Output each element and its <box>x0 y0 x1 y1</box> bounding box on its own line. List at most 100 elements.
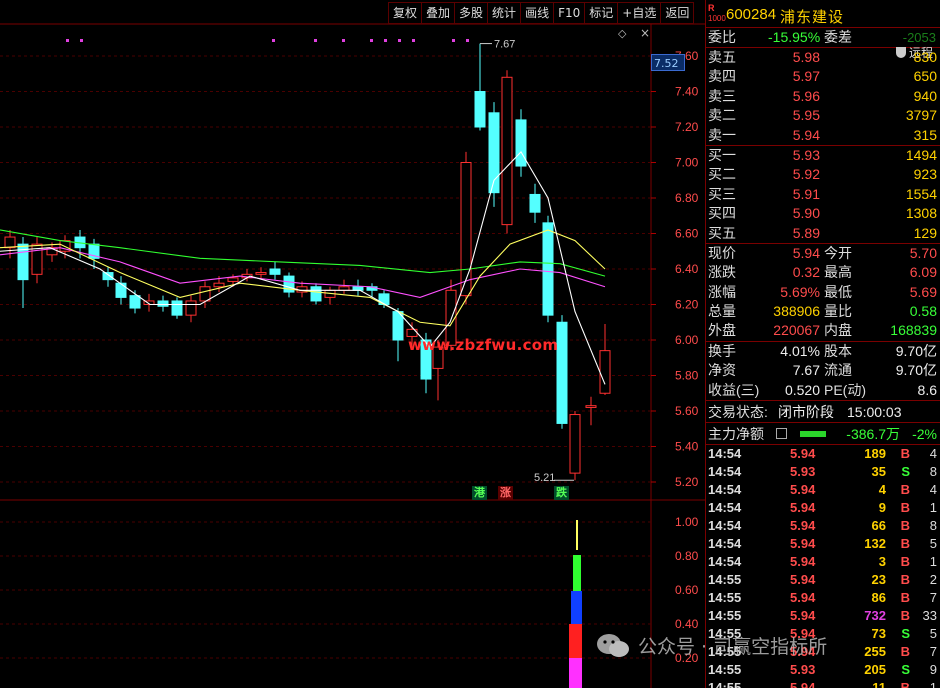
candle-down <box>171 300 183 316</box>
candle-up <box>199 286 211 302</box>
tick-volume: 3 <box>878 554 886 570</box>
bid-row[interactable]: 买三 5.91 1554 <box>706 185 940 204</box>
tick-row[interactable]: 14:54 5.94 132 B 5 <box>706 535 940 553</box>
tick-row[interactable]: 14:54 5.94 66 B 8 <box>706 517 940 535</box>
candle-down <box>129 295 141 309</box>
toolbar-button-3[interactable]: 统计 <box>487 2 521 24</box>
diamond-icon[interactable]: ◇ <box>618 27 626 40</box>
tick-time: 14:54 <box>708 518 742 534</box>
candle-down <box>310 286 322 302</box>
stat-value: 5.94 <box>792 244 820 261</box>
stock-name[interactable]: 浦东建设 <box>780 6 844 27</box>
stat-label: 外盘 <box>708 322 736 339</box>
bid-row[interactable]: 买一 5.93 1494 <box>706 146 940 165</box>
toolbar-button-2[interactable]: 多股 <box>454 2 488 24</box>
bid-row[interactable]: 买四 5.90 1308 <box>706 204 940 223</box>
kline-chart-area[interactable]: 7.60 7.40 7.20 7.00 6.80 6.60 6.40 6.20 6.00 5.80… <box>0 0 705 688</box>
list-icon[interactable] <box>776 428 787 440</box>
tick-row[interactable]: 14:55 5.94 23 B 2 <box>706 571 940 589</box>
y-axis-label: 5.40 <box>675 440 699 454</box>
candle-down <box>529 193 541 213</box>
candle-up <box>4 236 16 249</box>
candle-down <box>515 119 527 167</box>
tick-volume: 23 <box>871 572 886 588</box>
indicator-segment-red <box>569 624 582 658</box>
tick-row[interactable]: 14:55 5.93 205 S 9 <box>706 661 940 679</box>
toolbar-button-4[interactable]: 画线 <box>520 2 554 24</box>
fundamental-label: 换手 <box>708 342 736 359</box>
tick-direction: B <box>900 572 910 588</box>
tick-price: 5.94 <box>790 500 816 516</box>
bid-price: 5.93 <box>792 146 820 163</box>
stat-row: 现价 5.94 今开 5.70 <box>706 244 940 263</box>
main-force-row: 主力净额 -386.7万 -2% <box>706 423 940 446</box>
tick-count: 5 <box>929 626 937 642</box>
sub-y-axis-label: 0.40 <box>675 617 699 631</box>
toolbar-button-7[interactable]: +自选 <box>617 2 661 24</box>
bid-row[interactable]: 买二 5.92 923 <box>706 165 940 184</box>
toolbar-button-6[interactable]: 标记 <box>584 2 618 24</box>
fundamental-row: 收益(三) 0.520 PE(动) 8.6 <box>706 381 940 400</box>
stat-label: 量比 <box>824 303 852 320</box>
fundamental-value: 8.6 <box>917 381 937 398</box>
tick-row[interactable]: 14:54 5.93 35 S 8 <box>706 463 940 481</box>
tick-count: 4 <box>929 482 937 498</box>
ask-row[interactable]: 卖二 5.95 3797 <box>706 106 940 125</box>
tick-direction: S <box>901 464 910 480</box>
stat-value: 220067 <box>773 322 820 339</box>
tick-row[interactable]: 14:55 5.94 732 B 33 <box>706 607 940 625</box>
tick-row[interactable]: 14:54 5.94 9 B 1 <box>706 499 940 517</box>
tick-row[interactable]: 14:55 5.94 11 B 1 <box>706 679 940 688</box>
toolbar-button-0[interactable]: 复权 <box>388 2 422 24</box>
tick-price: 5.94 <box>790 680 816 688</box>
candle-down <box>269 268 281 275</box>
tick-count: 5 <box>929 536 937 552</box>
stat-value: 6.09 <box>909 264 937 281</box>
ask-row[interactable]: 卖四 5.97 650 <box>706 67 940 86</box>
ask-level: 卖二 <box>708 107 736 124</box>
signal-dot <box>466 39 469 42</box>
tick-row[interactable]: 14:54 5.94 189 B 4 <box>706 445 940 463</box>
quote-panel: R 1000 600284 浦东建设 委比 -15.95% 委差 -2053 远… <box>705 0 940 688</box>
tick-direction: B <box>900 644 910 660</box>
toolbar-button-5[interactable]: F10 <box>553 2 585 24</box>
stat-value: 5.69% <box>780 283 820 300</box>
fundamental-value: 0.520 <box>784 381 820 398</box>
stock-code[interactable]: 600284 <box>726 6 776 23</box>
bid-volume: 1494 <box>905 146 937 163</box>
fundamental-row: 换手 4.01% 股本 9.70亿 <box>706 342 940 361</box>
low-label: 5.21 <box>534 472 555 484</box>
signal-dot <box>342 39 345 42</box>
ask-row[interactable]: 卖三 5.96 940 <box>706 87 940 106</box>
tick-volume: 73 <box>871 626 886 642</box>
tick-row[interactable]: 14:54 5.94 4 B 4 <box>706 481 940 499</box>
bid-row[interactable]: 买五 5.89 129 <box>706 224 940 243</box>
ask-row[interactable]: 卖一 5.94 315 <box>706 126 940 145</box>
tick-time: 14:54 <box>708 446 742 462</box>
signal-dot <box>412 39 415 42</box>
kline-chart-canvas[interactable]: 7.607.407.207.006.806.606.406.206.005.80… <box>0 0 705 688</box>
tick-row[interactable]: 14:54 5.94 3 B 1 <box>706 553 940 571</box>
toolbar-button-8[interactable]: 返回 <box>660 2 695 24</box>
stat-row: 外盘 220067 内盘 168839 <box>706 321 940 340</box>
candle-up <box>460 162 472 297</box>
trade-status-row: 交易状态: 闭市阶段 15:00:03 <box>706 401 940 424</box>
main-force-pct: -2% <box>912 426 937 443</box>
toolbar-button-1[interactable]: 叠加 <box>421 2 455 24</box>
tick-direction: B <box>900 590 910 606</box>
weibi-label: 委比 <box>708 29 736 45</box>
ask-row[interactable]: 卖五 5.98 830 <box>706 48 940 67</box>
close-icon[interactable]: × <box>640 26 650 40</box>
footer-watermark: 公众号 · 司赢空指标所 <box>596 632 827 659</box>
tick-row[interactable]: 14:55 5.94 86 B 7 <box>706 589 940 607</box>
tick-direction: B <box>900 608 910 624</box>
tick-volume: 132 <box>864 536 886 552</box>
fundamental-label: PE(动) <box>824 381 866 398</box>
candle-down <box>556 321 568 424</box>
tick-volume: 86 <box>871 590 886 606</box>
bid-volume: 129 <box>913 224 937 241</box>
tick-direction: B <box>900 518 910 534</box>
tick-time: 14:55 <box>708 680 742 688</box>
stat-value: 0.58 <box>909 303 937 320</box>
ask-volume: 940 <box>913 87 937 104</box>
